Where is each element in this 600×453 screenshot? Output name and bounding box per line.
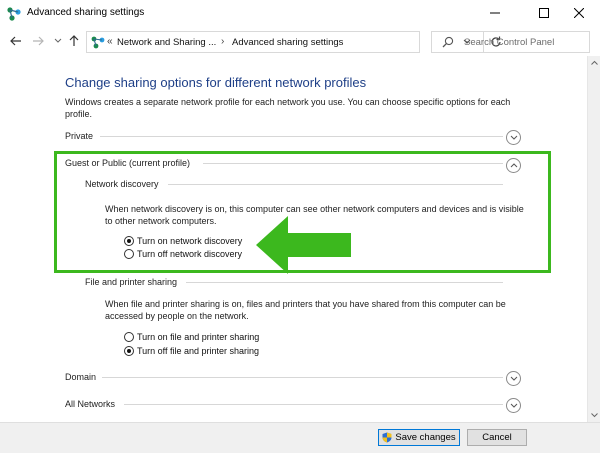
arrow-right-icon — [33, 36, 44, 46]
radio-label: Turn on file and printer sharing — [137, 332, 260, 342]
radio-button-selected[interactable] — [124, 346, 134, 356]
file-printer-sharing-description: When file and printer sharing is on, fil… — [105, 299, 506, 321]
scroll-down-icon[interactable] — [591, 413, 598, 418]
chevron-down-icon — [54, 38, 62, 43]
close-button[interactable] — [558, 0, 600, 26]
shield-icon — [382, 432, 392, 443]
address-bar[interactable]: « Network and Sharing ... › Advanced sha… — [86, 31, 501, 53]
search-placeholder: Search Control Panel — [464, 37, 555, 48]
private-profile-title: Private — [65, 131, 94, 141]
window-title: Advanced sharing settings — [27, 7, 145, 18]
radio-button[interactable] — [124, 332, 134, 342]
content-area: Change sharing options for different net… — [0, 54, 587, 422]
forward-button[interactable] — [30, 33, 46, 49]
arrow-up-icon — [69, 35, 79, 46]
vertical-scrollbar[interactable] — [587, 56, 600, 422]
back-button[interactable] — [8, 33, 24, 49]
search-box[interactable]: Search Control Panel — [431, 31, 590, 53]
arrow-left-icon — [256, 216, 351, 274]
search-icon — [442, 36, 454, 48]
maximize-icon — [539, 8, 549, 18]
page-intro: Windows creates a separate network profi… — [65, 97, 511, 119]
chevron-down-icon — [510, 376, 517, 381]
radio-file-printer-off[interactable]: Turn off file and printer sharing — [124, 346, 259, 356]
breadcrumb-network-and-sharing[interactable]: Network and Sharing ... — [117, 37, 216, 48]
all-networks-profile-title: All Networks — [65, 399, 116, 409]
private-divider — [100, 136, 503, 137]
expand-all-networks-button[interactable] — [506, 398, 521, 413]
up-button[interactable] — [66, 33, 82, 49]
all-networks-divider — [124, 404, 503, 405]
navigation-bar: « Network and Sharing ... › Advanced sha… — [0, 28, 600, 54]
file-printer-sharing-title: File and printer sharing — [85, 277, 178, 287]
page-title: Change sharing options for different net… — [65, 75, 367, 90]
expand-private-button[interactable] — [506, 130, 521, 145]
breadcrumb-advanced-sharing[interactable]: Advanced sharing settings — [232, 37, 343, 48]
expand-domain-button[interactable] — [506, 371, 521, 386]
network-icon — [91, 36, 105, 49]
chevron-down-icon — [510, 135, 517, 140]
domain-profile-title: Domain — [65, 372, 97, 382]
radio-label: Turn off file and printer sharing — [137, 346, 260, 356]
title-bar: Advanced sharing settings — [0, 0, 600, 28]
double-chevron-left-icon[interactable]: « — [107, 36, 113, 47]
close-icon — [574, 8, 584, 18]
cancel-button[interactable]: Cancel — [467, 429, 527, 446]
scroll-up-icon[interactable] — [591, 60, 598, 65]
save-changes-button[interactable]: Save changes — [378, 429, 460, 446]
footer-bar: Save changes Cancel — [0, 422, 600, 453]
domain-divider — [102, 377, 503, 378]
chevron-down-icon — [510, 403, 517, 408]
minimize-button[interactable] — [474, 0, 516, 26]
cancel-label: Cancel — [482, 432, 512, 443]
breadcrumb-separator-icon[interactable]: › — [221, 36, 224, 47]
arrow-left-icon — [10, 36, 21, 46]
save-changes-label: Save changes — [395, 432, 456, 443]
minimize-icon — [490, 12, 500, 14]
radio-file-printer-on[interactable]: Turn on file and printer sharing — [124, 332, 259, 342]
network-app-icon — [7, 7, 21, 21]
file-printer-divider — [186, 282, 503, 283]
recent-locations-button[interactable] — [50, 33, 66, 49]
